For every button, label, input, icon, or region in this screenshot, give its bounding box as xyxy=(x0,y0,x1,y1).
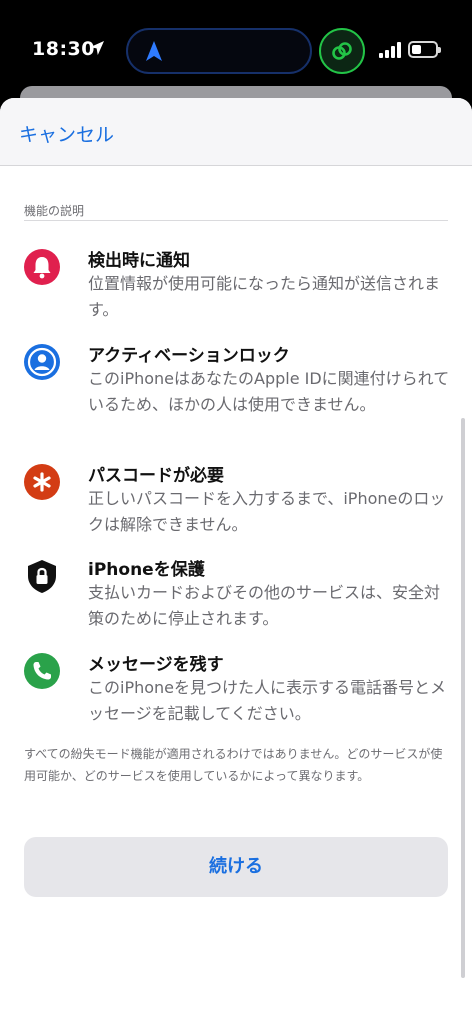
shortcut-activity[interactable] xyxy=(319,28,365,74)
asterisk-icon xyxy=(24,464,60,500)
footnote: すべての紛失モード機能が適用されるわけではありません。どのサービスが使用可能か、… xyxy=(24,747,443,783)
status-time: 18:30 xyxy=(32,38,95,60)
continue-button[interactable]: 続ける xyxy=(24,837,448,897)
link-icon xyxy=(332,42,352,60)
divider xyxy=(24,220,448,221)
bell-icon xyxy=(24,249,60,285)
feature-title: パスコードが必要 xyxy=(88,466,224,486)
section-label: 機能の説明 xyxy=(24,204,85,218)
feature-title: 検出時に通知 xyxy=(88,251,190,271)
phone-icon xyxy=(24,653,60,689)
sheet-header: キャンセル xyxy=(0,98,472,166)
feature-title: アクティベーションロック xyxy=(88,346,290,366)
dynamic-island[interactable] xyxy=(126,28,312,74)
lost-mode-sheet: キャンセル 機能の説明 検出時に通知 位置情報が使用可能になったら通知が送信され… xyxy=(0,98,472,1024)
battery-icon xyxy=(408,41,441,58)
feature-description: このiPhoneを見つけた人に表示する電話番号とメッセージを記載してください。 xyxy=(88,678,447,723)
feature-description: このiPhoneはあなたのApple IDに関連付けられているため、ほかの人は使… xyxy=(88,369,450,414)
feature-title: メッセージを残す xyxy=(88,655,224,675)
location-arrow-icon xyxy=(90,41,104,55)
cancel-button[interactable]: キャンセル xyxy=(19,120,114,147)
person-icon xyxy=(24,344,60,380)
shield-lock-icon xyxy=(28,560,56,593)
status-bar: 18:30 xyxy=(0,0,472,100)
feature-description: 支払いカードおよびその他のサービスは、安全対策のために停止されます。 xyxy=(88,583,441,628)
feature-description: 正しいパスコードを入力するまで、iPhoneのロックは解除できません。 xyxy=(88,489,446,534)
navigation-arrow-icon xyxy=(146,41,162,61)
scrollbar[interactable] xyxy=(461,418,465,978)
feature-title: iPhoneを保護 xyxy=(88,560,205,580)
feature-description: 位置情報が使用可能になったら通知が送信されます。 xyxy=(88,274,441,319)
cellular-signal-icon xyxy=(379,42,401,58)
